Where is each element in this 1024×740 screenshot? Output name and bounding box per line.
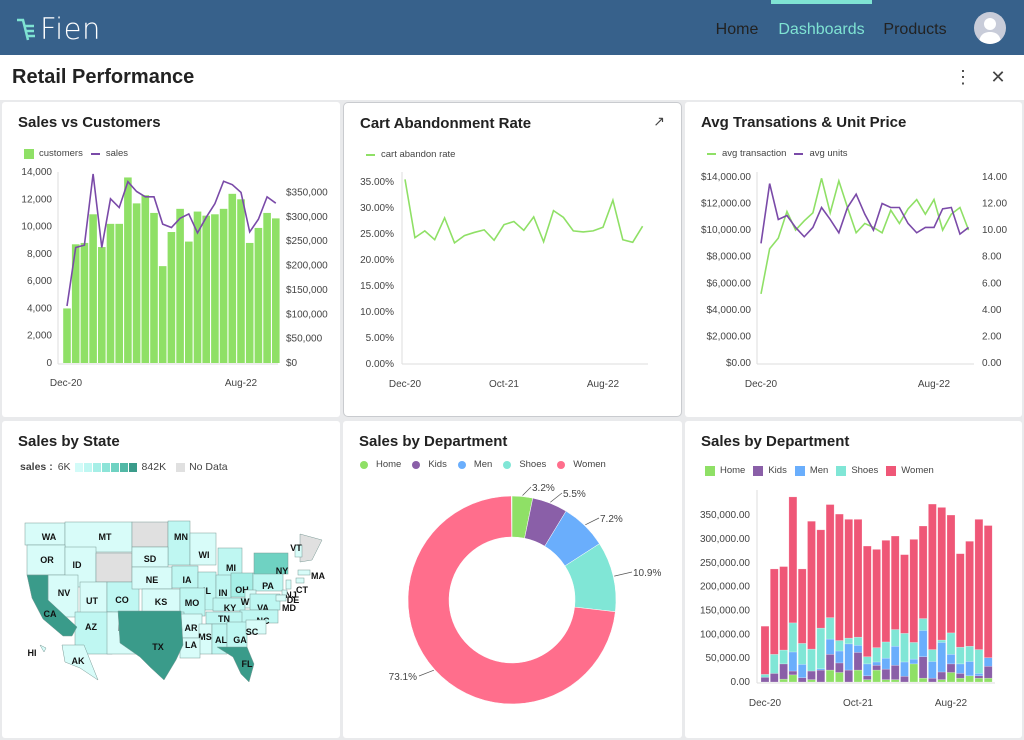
panel-cart-abandonment[interactable]: Cart Abandonment Rate ↗ cart abandon rat… [343,102,682,417]
legend-item[interactable]: Women [557,459,606,470]
chart-legend: Home Kids Men Shoes Women [705,465,942,476]
scale-cell [119,462,128,472]
chart-legend: Home Kids Men Shoes Women [360,459,617,470]
dashboard-header: Retail Performance ⋮ ✕ [0,55,1024,100]
legend-item[interactable]: Home [705,465,745,476]
nav-products[interactable]: Products [880,0,950,55]
panel-title: Sales by State [18,433,120,450]
legend-measure: sales : [20,461,53,473]
legend-item[interactable]: customers [24,148,83,159]
panel-sales-by-state[interactable]: Sales by State sales : 6K 842K No Data [2,421,340,738]
scale-cell [110,462,119,472]
kebab-icon[interactable]: ⋮ [953,67,973,87]
cart-logo-icon [17,18,35,41]
logo[interactable]: Fien [16,12,101,46]
panel-avg-transactions[interactable]: Avg Transations & Unit Price avg transac… [685,102,1022,417]
nodata-swatch [176,462,186,472]
legend-swatch [412,460,421,469]
nav-dashboards[interactable]: Dashboards [771,0,872,55]
chart-legend: cart abandon rate [366,149,463,160]
legend-item[interactable]: Home [360,459,401,470]
chart-legend: customers sales [24,148,136,159]
legend-item[interactable]: avg units [794,148,847,159]
user-icon [979,18,1001,44]
legend-max: 842K [141,461,167,473]
legend-label: Home [720,465,746,476]
legend-swatch [886,465,897,476]
legend-swatch [753,465,764,476]
user-avatar[interactable] [974,12,1006,44]
panel-dept-stacked[interactable]: Sales by Department Home Kids Men Shoes Wome… [685,421,1022,738]
legend-label: Kids [428,459,447,470]
panel-title: Sales by Department [359,433,508,450]
legend-item[interactable]: cart abandon rate [366,149,455,160]
legend-item[interactable]: Women [886,465,934,476]
panel-title: Sales vs Customers [18,114,161,131]
legend-label: avg units [809,148,848,159]
legend-swatch [705,465,715,476]
scale-cell [74,462,83,472]
legend-label: sales [105,148,129,159]
legend-nodata: No Data [189,461,228,473]
legend-label: Home [376,459,402,470]
legend-swatch [360,460,368,469]
scale-cell [83,462,92,472]
legend-swatch [503,460,512,469]
legend-label: Men [473,459,493,470]
legend-item[interactable]: Shoes [836,465,878,476]
legend-label: Shoes [851,465,879,476]
scale-cell [92,462,101,472]
legend-swatch [457,460,466,469]
legend-swatch [557,460,566,469]
legend-label: Women [901,465,934,476]
legend-item[interactable]: Shoes [503,459,546,470]
legend-label: Women [573,459,606,470]
top-navigation-bar: Fien Home Dashboards Products [0,0,1024,55]
legend-item[interactable]: Kids [412,459,447,470]
panel-sales-vs-customers[interactable]: Sales vs Customers customers sales [2,102,340,417]
legend-label: Kids [768,465,787,476]
color-scale [74,462,138,472]
legend-item[interactable]: sales [90,148,129,159]
legend-item[interactable]: Men [794,465,829,476]
legend-swatch [794,465,805,476]
page-title: Retail Performance [12,66,195,88]
close-icon[interactable]: ✕ [988,67,1008,87]
panel-title: Cart Abandonment Rate [360,115,532,132]
chart-legend: avg transaction avg units [707,148,855,159]
panel-title: Avg Transations & Unit Price [701,114,907,131]
scale-cell [101,462,110,472]
legend-label: avg transaction [722,148,787,159]
legend-item[interactable]: Men [457,459,493,470]
legend-item[interactable]: Kids [753,465,787,476]
panel-title: Sales by Department [701,433,850,450]
expand-arrow-icon[interactable]: ↗ [653,113,665,130]
legend-item[interactable]: avg transaction [707,148,786,159]
map-legend: sales : 6K 842K No Data [20,461,228,473]
legend-label: customers [39,148,83,159]
panel-dept-donut[interactable]: Sales by Department Home Kids Men Shoes Wome… [343,421,682,738]
legend-label: Men [809,465,829,476]
legend-label: cart abandon rate [381,149,456,160]
nav-home[interactable]: Home [710,0,764,55]
app-name: Fien [40,12,101,46]
legend-label: Shoes [519,459,547,470]
legend-min: 6K [57,461,71,473]
scale-cell [128,462,137,472]
legend-swatch [836,465,847,476]
